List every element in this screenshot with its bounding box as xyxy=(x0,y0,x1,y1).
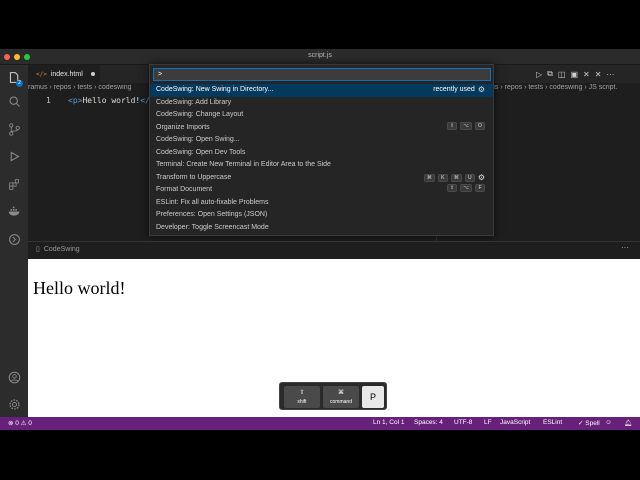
command-label: Format Document xyxy=(156,186,213,193)
keybinding-key: ⌥ xyxy=(460,121,472,130)
command-shortcut: ⇧ ⌥ F xyxy=(447,184,485,192)
key-shift: ⇧ shift xyxy=(284,386,320,408)
keybinding-key: K xyxy=(437,173,448,182)
title-bar: script.js xyxy=(0,49,640,65)
panel-header xyxy=(28,241,640,259)
keybinding-key: ⇧ xyxy=(447,184,458,192)
key-command: ⌘ command xyxy=(323,386,359,408)
command-label: CodeSwing: Open Swing... xyxy=(156,136,240,143)
modified-dot-icon[interactable] xyxy=(90,72,95,76)
docker-icon[interactable] xyxy=(6,203,22,219)
search-icon[interactable] xyxy=(6,93,22,109)
command-palette-input[interactable] xyxy=(153,68,491,81)
letterbox-bottom xyxy=(0,430,640,480)
extensions-icon[interactable] xyxy=(6,176,22,192)
run-debug-icon[interactable] xyxy=(6,148,22,164)
tools-icon[interactable]: ✕ xyxy=(583,70,590,79)
breadcrumb[interactable]: ramus › repos › tests › codeswing xyxy=(28,84,158,95)
line-number: 1 xyxy=(46,96,51,105)
command-label: CodeSwing: Change Layout xyxy=(156,111,244,118)
keybinding-key: O xyxy=(475,121,485,130)
preview-text: Hello world! xyxy=(33,278,126,298)
cursor-position[interactable]: Ln 1, Col 1 xyxy=(373,419,404,426)
remote-icon[interactable] xyxy=(6,231,22,247)
tab-index-html[interactable]: </> index.html xyxy=(28,65,100,83)
command-label: Transform to Uppercase xyxy=(156,173,232,181)
command-label: ESLint: Fix all auto-fixable Problems xyxy=(156,198,269,206)
command-item[interactable]: CodeSwing: New Swing in Directory... rece… xyxy=(150,84,493,97)
tab-label: index.html xyxy=(50,70,83,78)
language-mode[interactable]: JavaScript xyxy=(500,419,530,426)
run-icon[interactable]: ▷ xyxy=(536,70,542,79)
vscode-window: script.js 2 </> index.html ▷ ⧉ ◫ ▣ ✕ ✕ ·… xyxy=(0,49,640,430)
breadcrumb-right[interactable]: us › repos › tests › codeswing › JS scri… xyxy=(491,84,640,95)
codeswing-tab[interactable]: ▯ CodeSwing xyxy=(36,245,80,254)
command-item[interactable]: CodeSwing: Open Dev Tools xyxy=(150,147,493,160)
code-open-tag: <p> xyxy=(68,96,83,105)
keybinding-key: F xyxy=(475,184,485,192)
codeswing-tab-label: CodeSwing xyxy=(43,245,80,253)
command-label: Organize Imports xyxy=(156,123,210,131)
notifications-bell-icon[interactable]: 🔔︎ xyxy=(624,419,632,427)
split-editor-icon[interactable]: ◫ xyxy=(558,70,566,79)
command-label: CodeSwing: Add Library xyxy=(156,98,232,106)
layout-icon[interactable]: ▣ xyxy=(570,70,578,79)
command-shortcut: recently used ⚙ xyxy=(433,84,485,97)
eol-status[interactable]: LF xyxy=(484,419,492,426)
command-label: Terminal: Create New Terminal in Editor … xyxy=(156,161,331,168)
close-icon[interactable]: ✕ xyxy=(595,70,602,79)
screencast-keys-overlay: ⇧ shift ⌘ command P xyxy=(279,382,387,410)
command-item[interactable]: ESLint: Fix all auto-fixable Problems xyxy=(150,197,493,210)
keybinding-key: ⌘ xyxy=(423,173,435,182)
command-palette: CodeSwing: New Swing in Directory... rece… xyxy=(149,64,494,236)
settings-gear-icon[interactable] xyxy=(6,396,22,412)
keybinding-key: ⌘ xyxy=(450,173,462,182)
key-p: P xyxy=(362,386,384,408)
command-item[interactable]: CodeSwing: Change Layout xyxy=(150,109,493,122)
source-control-badge: 2 xyxy=(16,80,23,87)
letterbox-top xyxy=(0,0,640,49)
command-shortcut: ⇧ ⌥ O xyxy=(447,121,485,130)
keybinding-key: ⌥ xyxy=(460,184,472,192)
configure-keybinding-gear-icon[interactable]: ⚙ xyxy=(478,172,485,185)
window-title: script.js xyxy=(308,52,332,59)
source-control-icon[interactable] xyxy=(6,121,22,137)
html-file-icon: </> xyxy=(36,70,47,78)
command-item[interactable]: Format Document ⇧ ⌥ F xyxy=(150,184,493,197)
recently-used-label: recently used xyxy=(433,86,475,93)
feedback-icon[interactable]: ☺ xyxy=(605,419,612,426)
command-item[interactable]: CodeSwing: Add Library xyxy=(150,97,493,110)
editor-toolbar: ▷ ⧉ ◫ ▣ ✕ ✕ ··· xyxy=(530,67,640,81)
code-text: Hello world! xyxy=(82,96,141,105)
activity-bar xyxy=(0,65,28,417)
configure-keybinding-gear-icon[interactable]: ⚙ xyxy=(478,84,485,97)
keybinding-key: U xyxy=(464,173,475,182)
open-preview-icon[interactable]: ⧉ xyxy=(547,69,553,79)
account-icon[interactable] xyxy=(6,369,22,385)
command-label: Developer: Toggle Screencast Mode xyxy=(156,223,269,231)
command-item[interactable]: Transform to Uppercase ⌘ K ⌘ U ⚙ xyxy=(150,172,493,185)
keybinding-key: ⇧ xyxy=(447,121,458,130)
document-icon: ▯ xyxy=(36,246,40,253)
command-label: CodeSwing: New Swing in Directory... xyxy=(156,86,274,93)
panel-more-icon[interactable]: ··· xyxy=(621,243,629,252)
encoding-status[interactable]: UTF-8 xyxy=(454,419,472,426)
command-item[interactable]: CodeSwing: Open Swing... xyxy=(150,134,493,147)
problems-status[interactable]: ⊗ 0 ⚠ 0 xyxy=(8,419,32,427)
command-item[interactable]: Developer: Toggle Screencast Mode xyxy=(150,222,493,235)
status-bar: ⊗ 0 ⚠ 0 Ln 1, Col 1 Spaces: 4 UTF-8 LF J… xyxy=(0,417,640,430)
indentation-status[interactable]: Spaces: 4 xyxy=(414,419,443,426)
command-item[interactable]: Organize Imports ⇧ ⌥ O xyxy=(150,121,493,135)
command-label: CodeSwing: Open Dev Tools xyxy=(156,148,246,156)
command-item[interactable]: Terminal: Create New Terminal in Editor … xyxy=(150,159,493,172)
command-label: Preferences: Open Settings (JSON) xyxy=(156,211,268,218)
eslint-status[interactable]: ESLint xyxy=(543,419,562,426)
spell-status[interactable]: ✓ Spell xyxy=(578,419,600,427)
command-item[interactable]: Preferences: Open Settings (JSON) xyxy=(150,209,493,222)
more-actions-icon[interactable]: ··· xyxy=(606,70,614,79)
code-line[interactable]: <p>Hello world!</ xyxy=(68,96,150,105)
command-shortcut: ⌘ K ⌘ U ⚙ xyxy=(423,172,485,185)
